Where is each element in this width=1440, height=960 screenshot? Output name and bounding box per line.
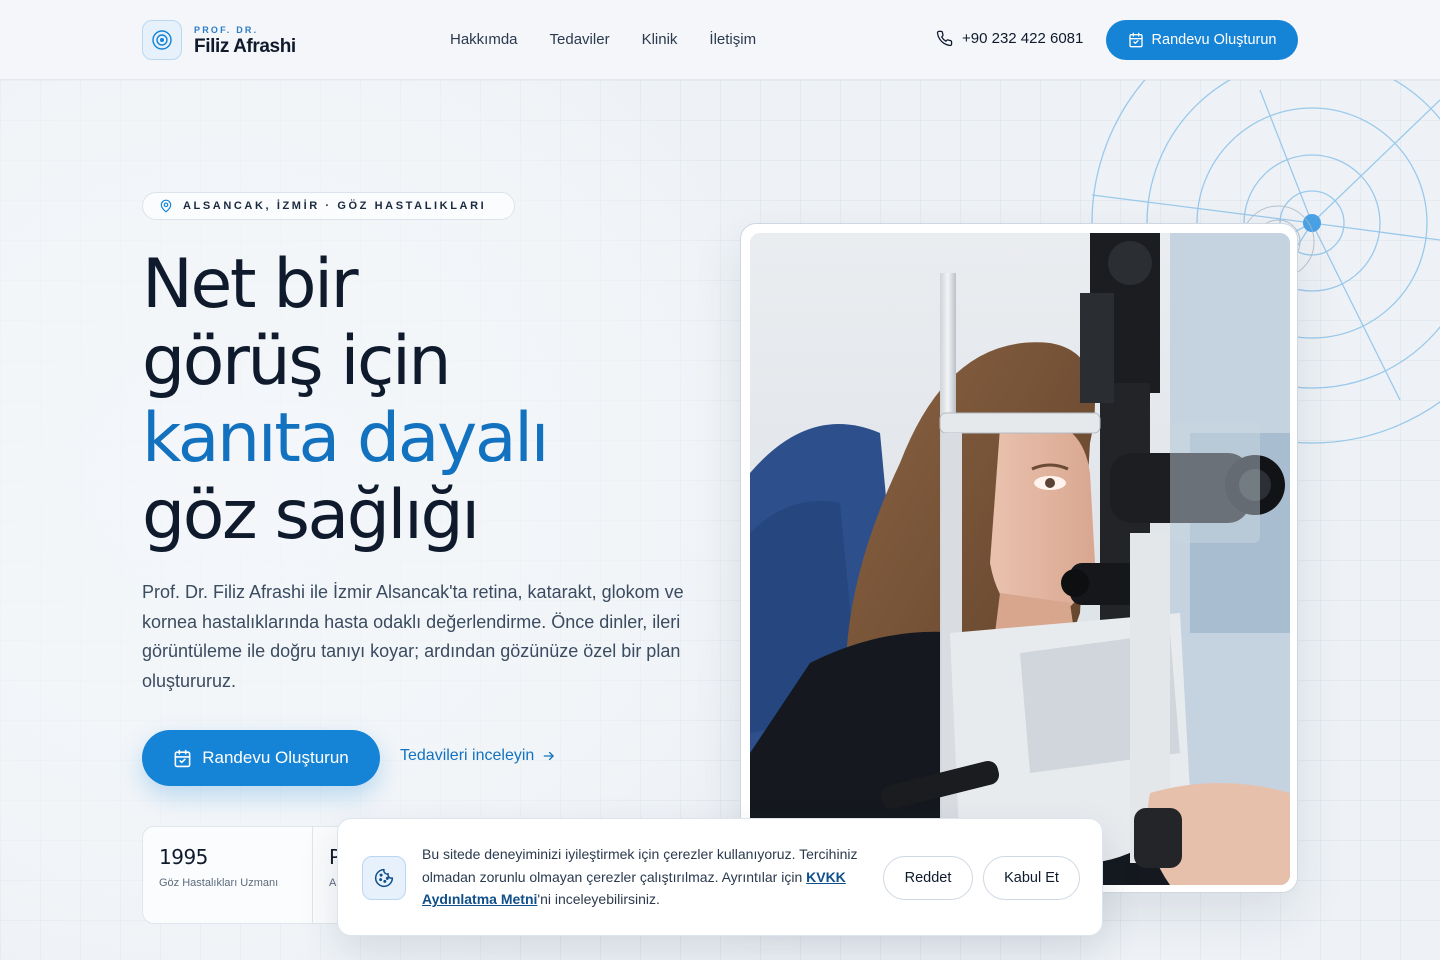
cookie-accept-button[interactable]: Kabul Et [983,856,1080,900]
nav-item-tedaviler[interactable]: Tedaviler [550,31,610,48]
hero-headline: Net bir görüş için kanıta dayalı göz sağ… [142,245,550,555]
phone-link[interactable]: +90 232 422 6081 [936,30,1083,47]
stat-item: 1995 Göz Hastalıkları Uzmanı [143,827,313,923]
headline-line-4: göz sağlığı [142,476,480,555]
stat-label: Göz Hastalıkları Uzmanı [159,877,279,889]
header-appointment-button[interactable]: Randevu Oluşturun [1106,20,1298,60]
cookie-banner: Bu sitede deneyiminizi iyileştirmek için… [337,818,1103,936]
phone-icon [936,30,953,47]
headline-line-2: görüş için [142,322,452,401]
headline-line-1: Net bir [142,245,359,324]
eye-exam-photo [750,233,1290,885]
stat-value: 1995 [159,845,208,869]
cookie-text-after-link: 'ni inceleyebilirsiniz. [537,891,660,907]
hero-lead-text: Prof. Dr. Filiz Afrashi ile İzmir Alsanc… [142,582,684,691]
cookie-reject-button[interactable]: Reddet [883,856,973,900]
brand-text: PROF. DR. Filiz Afrashi [194,24,296,57]
site-header: PROF. DR. Filiz Afrashi Hakkımda Tedavil… [0,0,1440,80]
phone-number: +90 232 422 6081 [962,30,1084,47]
cookie-icon [362,856,406,900]
header-appointment-label: Randevu Oluşturun [1151,32,1277,48]
cookie-message: Bu sitede deneyiminizi iyileştirmek için… [422,843,874,911]
hero-photo-card [740,223,1298,893]
hero-appointment-button[interactable]: Randevu Oluşturun [142,730,380,786]
calendar-icon [174,749,191,767]
location-badge-text: ALSANCAK, İZMİR · GÖZ HASTALIKLARI [183,200,487,212]
main-nav: Hakkımda Tedaviler Klinik İletişim [450,31,788,48]
treatments-link-label: Tedavileri inceleyin [400,747,535,764]
treatments-link[interactable]: Tedavileri inceleyin [400,747,556,765]
nav-item-klinik[interactable]: Klinik [642,31,678,48]
cookie-text-before-link: Bu sitede deneyiminizi iyileştirmek için… [422,846,858,885]
location-badge: ALSANCAK, İZMİR · GÖZ HASTALIKLARI [142,192,515,220]
page: PROF. DR. Filiz Afrashi Hakkımda Tedavil… [0,0,1440,960]
calendar-icon [1128,32,1143,48]
hero-appointment-label: Randevu Oluşturun [202,748,349,767]
nav-item-hakkimda[interactable]: Hakkımda [450,31,518,48]
brand-name: Filiz Afrashi [194,36,296,57]
arrow-right-icon [543,751,555,761]
map-pin-icon [160,199,172,213]
nav-item-iletisim[interactable]: İletişim [709,31,756,48]
headline-accent-line: kanıta dayalı [142,399,550,478]
brand-logo[interactable]: PROF. DR. Filiz Afrashi [142,20,296,60]
eye-logo-icon [142,20,182,60]
brand-title-small: PROF. DR. [194,25,259,35]
